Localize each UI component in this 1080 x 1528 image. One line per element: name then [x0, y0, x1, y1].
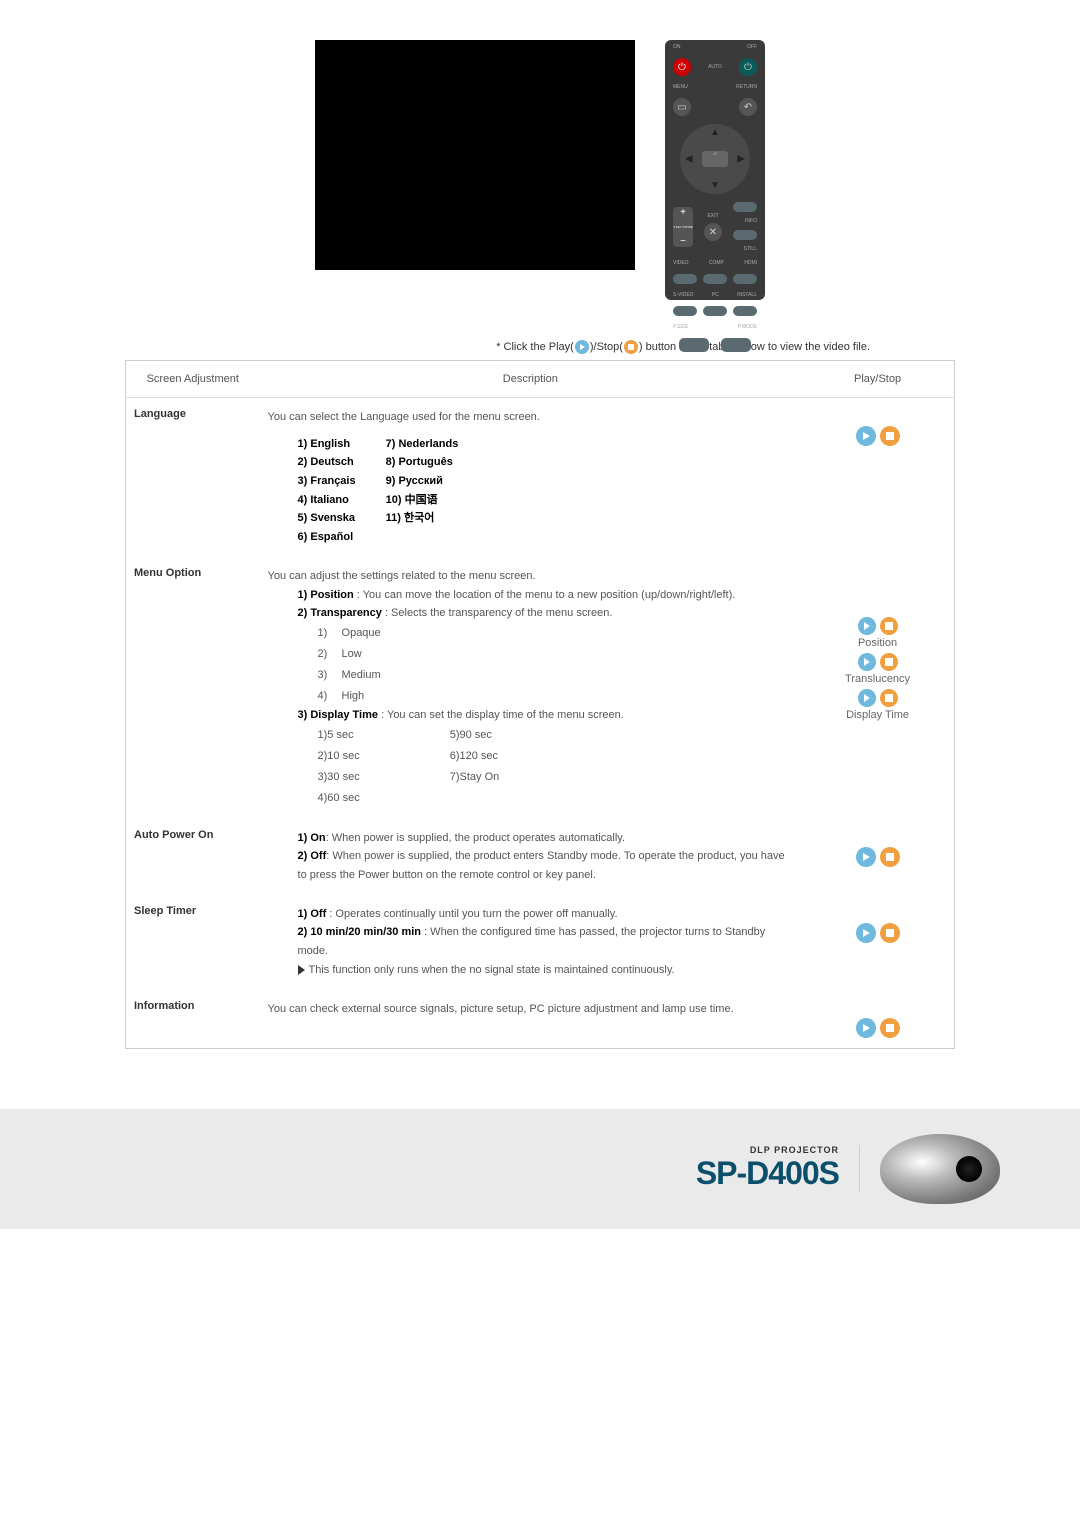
stop-button[interactable]: [880, 1018, 900, 1038]
table-header-row: Screen Adjustment Description Play/Stop: [126, 361, 955, 398]
display-time-options: 1)5 sec 2)10 sec 3)30 sec 4)60 sec 5)90 …: [268, 725, 794, 809]
return-icon: ↶: [739, 98, 757, 116]
row-name-menu-option: Menu Option: [126, 557, 260, 819]
table-row: Sleep Timer 1) Off : Operates continuall…: [126, 895, 955, 990]
exit-icon: ✕: [704, 223, 722, 241]
play-button[interactable]: [856, 426, 876, 446]
information-text: You can check external source signals, p…: [260, 990, 802, 1049]
language-intro: You can select the Language used for the…: [268, 408, 794, 427]
footer-model: SP-D400S: [696, 1155, 839, 1192]
keystone-rocker-icon: +V.KEY STONE−: [673, 207, 693, 247]
header-screen-adjustment: Screen Adjustment: [126, 361, 260, 398]
settings-table: Screen Adjustment Description Play/Stop …: [125, 360, 955, 1049]
top-media-row: ONOFF ⏻AUTO⏻ MENURETURN ▭↶ ▲▼ ◀▶ ⏎ +V.KE…: [60, 40, 1020, 300]
stop-button[interactable]: [880, 617, 898, 635]
ps-label-position: Position: [858, 637, 897, 649]
table-row: Language You can select the Language use…: [126, 398, 955, 557]
row-name-language: Language: [126, 398, 260, 557]
play-button[interactable]: [856, 847, 876, 867]
stop-button[interactable]: [880, 426, 900, 446]
remote-control-image: ONOFF ⏻AUTO⏻ MENURETURN ▭↶ ▲▼ ◀▶ ⏎ +V.KE…: [665, 40, 765, 300]
menu-option-intro: You can adjust the settings related to t…: [268, 567, 794, 586]
table-row: Auto Power On 1) On: When power is suppl…: [126, 819, 955, 895]
play-button[interactable]: [858, 689, 876, 707]
projector-image: [880, 1134, 1000, 1204]
samsung-logo: SAMSUNG: [665, 364, 765, 373]
footer-bar: DLP PROJECTOR SP-D400S: [0, 1109, 1080, 1229]
row-name-sleep-timer: Sleep Timer: [126, 895, 260, 990]
stop-button[interactable]: [880, 923, 900, 943]
ps-label-display-time: Display Time: [846, 709, 909, 721]
header-play-stop: Play/Stop: [801, 361, 954, 398]
menu-icon: ▭: [673, 98, 691, 116]
stop-button[interactable]: [880, 689, 898, 707]
dpad-icon: ▲▼ ◀▶ ⏎: [680, 124, 750, 194]
play-icon: [575, 340, 589, 354]
table-row: Menu Option You can adjust the settings …: [126, 557, 955, 819]
row-name-information: Information: [126, 990, 260, 1049]
row-name-auto-power-on: Auto Power On: [126, 819, 260, 895]
demo-video-placeholder: [315, 40, 635, 270]
play-button[interactable]: [856, 1018, 876, 1038]
power-on-icon: ⏻: [673, 58, 691, 76]
play-button[interactable]: [858, 617, 876, 635]
stop-button[interactable]: [880, 653, 898, 671]
stop-icon: [624, 340, 638, 354]
table-row: Information You can check external sourc…: [126, 990, 955, 1049]
info-button-icon: [733, 202, 757, 212]
enter-icon: ⏎: [702, 151, 728, 167]
play-button[interactable]: [856, 923, 876, 943]
ps-label-translucency: Translucency: [845, 673, 910, 685]
triangle-bullet-icon: [298, 965, 305, 975]
language-list-col2: 7) Nederlands 8) Português 9) Русский 10…: [386, 435, 459, 547]
play-button[interactable]: [858, 653, 876, 671]
language-list-col1: 1) English 2) Deutsch 3) Français 4) Ita…: [298, 435, 356, 547]
still-button-icon: [733, 230, 757, 240]
footer-subtitle: DLP PROJECTOR: [696, 1145, 839, 1155]
stop-button[interactable]: [880, 847, 900, 867]
power-off-icon: ⏻: [739, 58, 757, 76]
transparency-options: 1)Opaque 2)Low 3)Medium 4)High: [268, 623, 794, 707]
